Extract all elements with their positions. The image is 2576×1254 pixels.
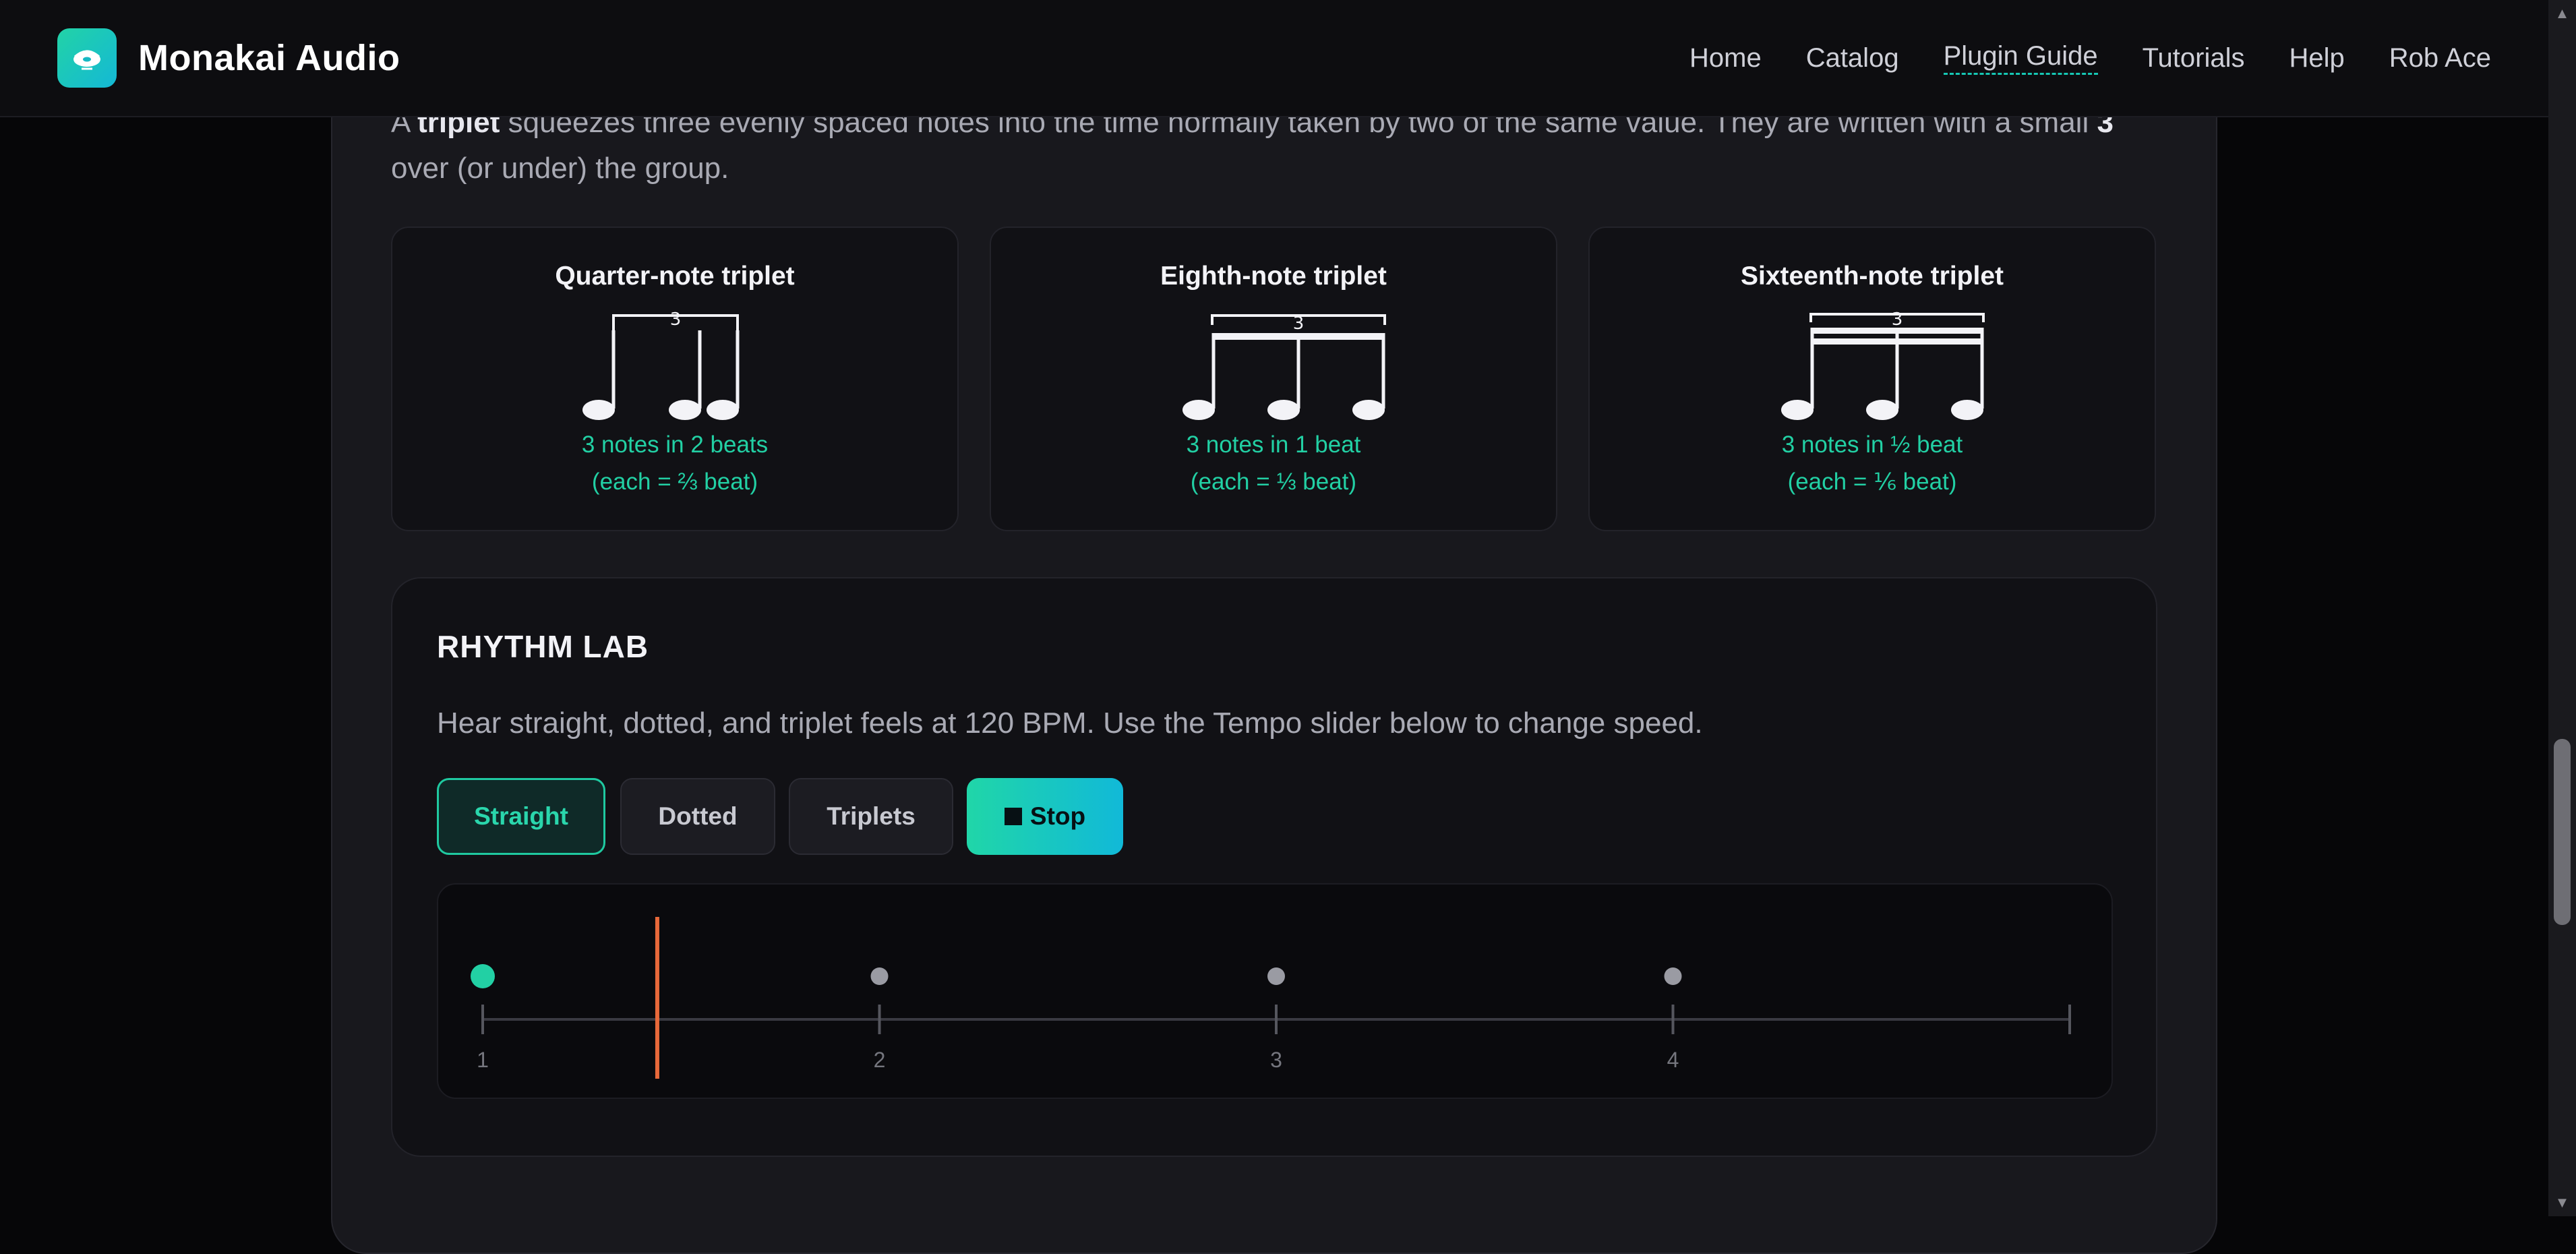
- triplet-card-each: (each = ⅔ beat): [591, 469, 758, 495]
- beat-dot: [1267, 967, 1285, 985]
- bracket-number: 3: [1892, 309, 1903, 330]
- triplet-card-each: (each = ⅓ beat): [1190, 469, 1357, 495]
- triplet-card-count: 3 notes in 2 beats: [581, 431, 769, 458]
- rhythm-lab-description: Hear straight, dotted, and triplet feels…: [437, 707, 1703, 740]
- triplet-card-title: Eighth-note triplet: [1160, 262, 1387, 291]
- straight-button-label: Straight: [474, 802, 568, 830]
- brand-name[interactable]: Monakai Audio: [138, 37, 400, 79]
- intro-text-part: over (or under) the group.: [391, 152, 729, 185]
- page-scrollbar[interactable]: ▲ ▼: [2548, 0, 2576, 1216]
- eighth-triplet-notation-icon: 3: [1182, 314, 1386, 420]
- stop-square-icon: [1004, 808, 1022, 825]
- sixteenth-triplet-notation-icon: 3: [1781, 309, 1985, 420]
- rhythm-lab-title: RHYTHM LAB: [437, 629, 649, 664]
- beat-label: 2: [873, 1048, 886, 1072]
- beat-dot: [870, 967, 889, 985]
- triplets-button-label: Triplets: [827, 802, 916, 830]
- triplets-mode-button[interactable]: Triplets: [789, 778, 953, 855]
- sixteenth-note-triplet-card: Sixteenth-note triplet 3 3 notes in ½ be…: [1588, 227, 2156, 531]
- disc-logo-icon[interactable]: [57, 28, 117, 88]
- main-nav: Home Catalog Plugin Guide Tutorials Help…: [1689, 41, 2491, 75]
- triplet-card-title: Sixteenth-note triplet: [1740, 262, 2004, 291]
- active-beat-dot: [471, 964, 495, 988]
- rhythm-lab-panel: RHYTHM LAB Hear straight, dotted, and tr…: [391, 577, 2157, 1157]
- nav-plugin-guide[interactable]: Plugin Guide: [1943, 41, 2098, 75]
- beat-label: 3: [1270, 1048, 1282, 1072]
- top-navigation-bar: Monakai Audio Home Catalog Plugin Guide …: [0, 0, 2548, 117]
- beat-dot: [1664, 967, 1682, 985]
- beat-label: 4: [1667, 1048, 1679, 1072]
- quarter-note-triplet-card: Quarter-note triplet 3 3 notes in 2 beat…: [391, 227, 959, 531]
- bracket-number: 3: [1293, 314, 1305, 334]
- chevron-down-icon[interactable]: ▼: [2548, 1189, 2576, 1216]
- nav-catalog[interactable]: Catalog: [1806, 43, 1899, 73]
- triplet-card-count: 3 notes in 1 beat: [1186, 431, 1361, 458]
- triplet-card-title: Quarter-note triplet: [555, 262, 795, 291]
- scrollbar-thumb[interactable]: [2554, 739, 2571, 925]
- stop-button[interactable]: Stop: [967, 778, 1123, 855]
- straight-mode-button[interactable]: Straight: [437, 778, 605, 855]
- nav-tutorials[interactable]: Tutorials: [2143, 43, 2245, 73]
- beat-label: 1: [477, 1048, 489, 1072]
- nav-home[interactable]: Home: [1689, 43, 1762, 73]
- bracket-number: 3: [670, 309, 682, 330]
- nav-user-account[interactable]: Rob Ace: [2389, 43, 2491, 73]
- chevron-up-icon[interactable]: ▲: [2548, 0, 2576, 27]
- eighth-note-triplet-card: Eighth-note triplet 3 3 notes in 1 beat …: [990, 227, 1557, 531]
- triplet-card-each: (each = ⅙ beat): [1787, 469, 1957, 495]
- quarter-triplet-notation-icon: 3: [582, 309, 740, 420]
- nav-help[interactable]: Help: [2289, 43, 2345, 73]
- triplet-card-count: 3 notes in ½ beat: [1781, 431, 1963, 458]
- dotted-button-label: Dotted: [658, 802, 738, 830]
- dotted-mode-button[interactable]: Dotted: [620, 778, 775, 855]
- rhythm-timeline[interactable]: 1 2 3 4: [437, 883, 2113, 1099]
- stop-button-label: Stop: [1029, 802, 1086, 830]
